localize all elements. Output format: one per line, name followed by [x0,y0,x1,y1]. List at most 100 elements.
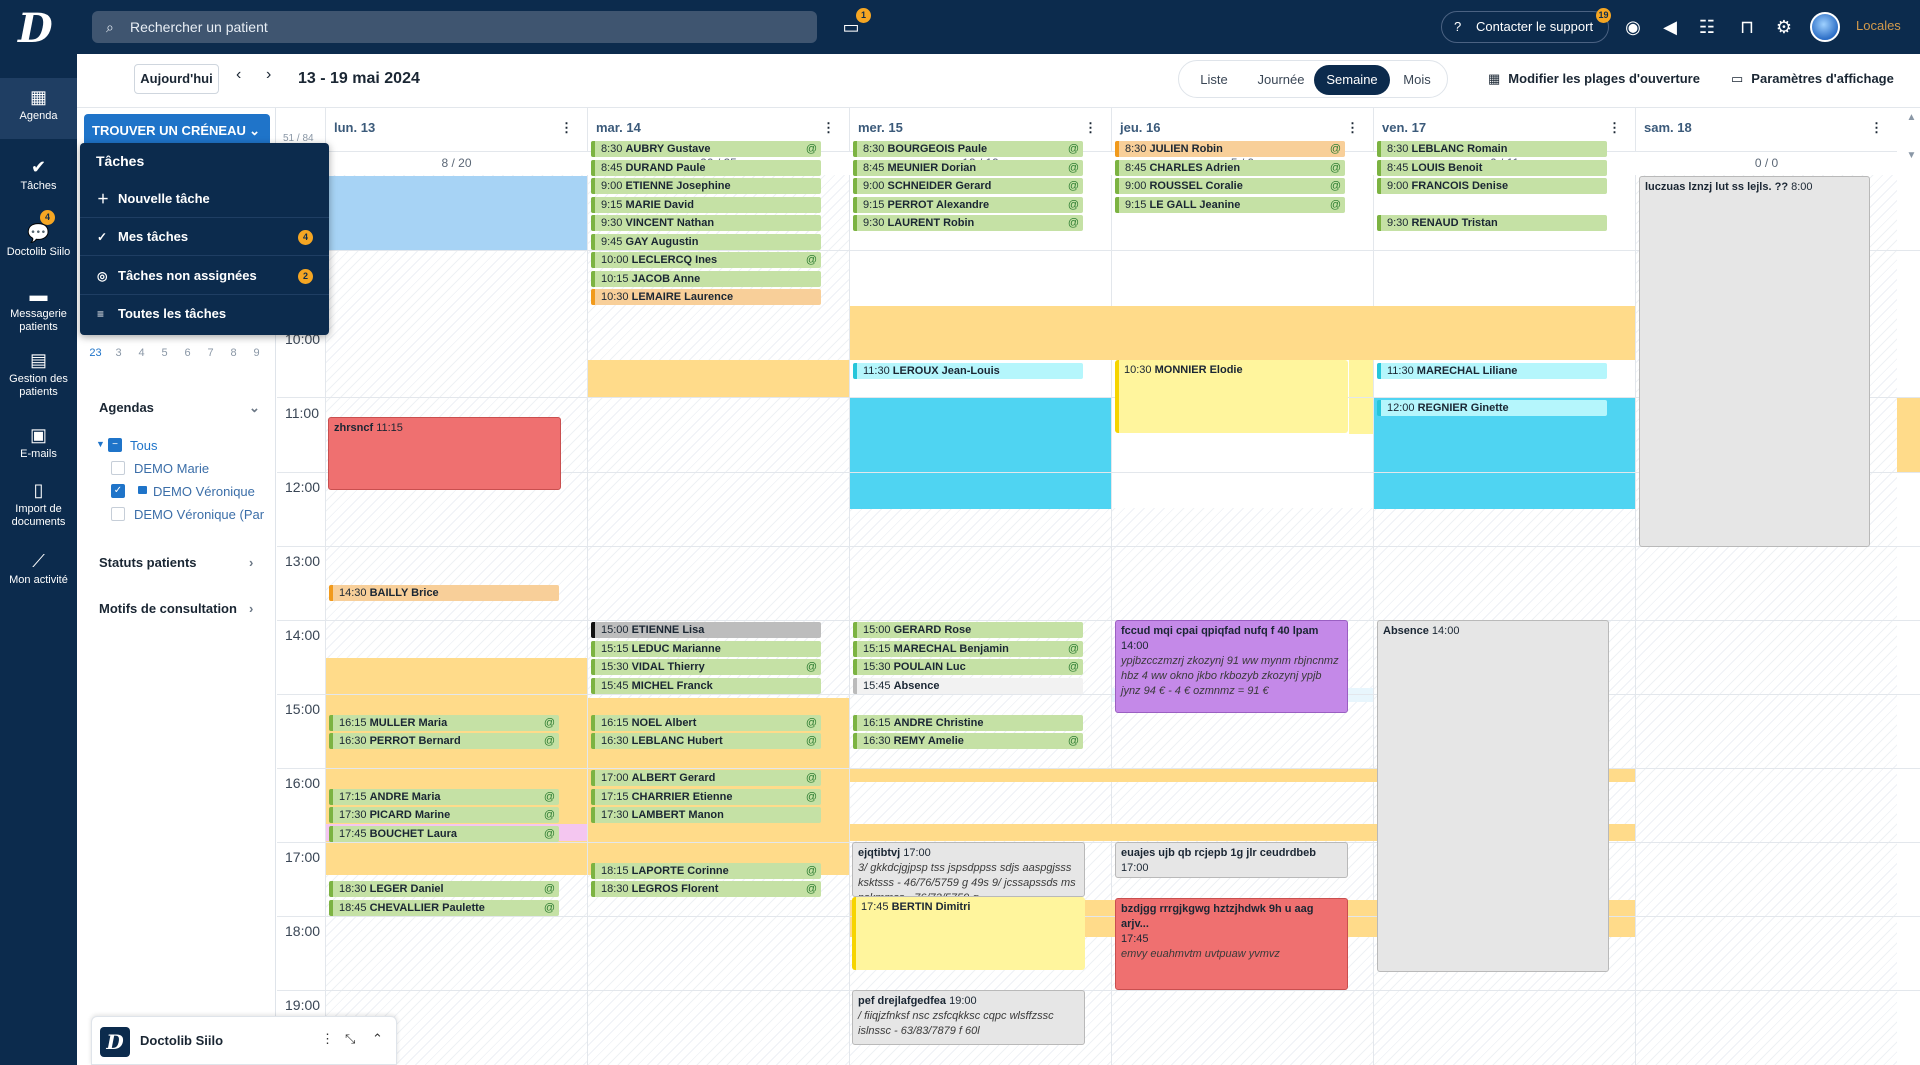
my-tasks-item[interactable]: ✓ Mes tâches 4 [80,218,329,256]
appointment-42[interactable]: 17:30 LAMBERT Manon [591,807,821,823]
appointment-48[interactable]: 18:30 LEGER Daniel @ [329,881,559,897]
appointment-24[interactable]: 12:00 REGNIER Ginette [1377,400,1607,416]
kebab-icon[interactable]: ⋮ [1608,120,1621,136]
appointment-45[interactable]: 17:45 BOUCHET Laura @ [329,825,559,842]
appointment-12[interactable]: 9:15 PERROT Alexandre @ [853,196,1083,213]
event-ejqtibtvj[interactable]: ejqtibtvj 17:00 3/ gkkdcjgjpsp tss jspsdp… [852,842,1085,897]
appointment-10[interactable]: 8:45 MEUNIER Dorian @ [853,159,1083,176]
day-header-mon[interactable]: lun. 13 ⋮ 8 / 20 [325,108,587,170]
appointment-11[interactable]: 9:00 SCHNEIDER Gerard @ [853,178,1083,194]
event-bertin[interactable]: 17:45 BERTIN Dimitri [852,897,1085,970]
appointment-33[interactable]: 15:45 Absence [853,677,1083,694]
caret-up-icon[interactable]: ▲ [1903,112,1920,123]
mini-day[interactable]: 4 [130,347,153,359]
appointment-6[interactable]: 10:00 LECLERCQ Ines @ [591,252,821,268]
tab-mois[interactable]: Mois [1392,65,1442,95]
appointment-25[interactable]: 14:30 BAILLY Brice [329,585,559,601]
mini-day[interactable]: 8 [222,347,245,359]
checkbox-demo-veronique[interactable]: ✓ [111,484,125,498]
avatar[interactable] [1810,12,1840,42]
appointment-27[interactable]: 15:15 LEDUC Marianne [591,640,821,657]
doctolib-logo[interactable]: D [18,8,58,50]
gear-icon[interactable]: ⚙ [1771,14,1797,40]
chevron-left-icon[interactable]: ‹ [236,66,241,84]
agenda-demo-veronique-par[interactable]: DEMO Véronique (Par [134,507,264,522]
mini-day[interactable]: 3 [107,347,130,359]
appointment-9[interactable]: 8:30 BOURGEOIS Paule @ [853,141,1083,157]
statuts-patients-section[interactable]: Statuts patients › [99,555,253,570]
appointment-28[interactable]: 15:30 VIDAL Thierry @ [591,659,821,675]
mini-day[interactable]: 6 [176,347,199,359]
agendas-section[interactable]: Agendas ⌄ [99,400,260,415]
lock-icon[interactable]: ⊓ [1734,14,1760,40]
appointment-47[interactable]: 18:30 LEGROS Florent @ [591,881,821,897]
agenda-demo-marie[interactable]: DEMO Marie [134,461,209,476]
siilo-panel[interactable]: D Doctolib Siilo ⋮ ⤡ ⌃ [91,1016,397,1065]
checkbox-demo-marie[interactable] [111,461,125,475]
appointment-7[interactable]: 10:15 JACOB Anne [591,270,821,287]
mini-day[interactable]: 7 [199,347,222,359]
appointment-37[interactable]: 16:30 LEBLANC Hubert @ [591,733,821,749]
checkbox-tous[interactable]: − [108,438,122,452]
appointment-49[interactable]: 18:45 CHEVALLIER Paulette @ [329,899,559,916]
appointment-3[interactable]: 9:15 MARIE David [591,196,821,213]
kebab-icon[interactable]: ⋮ [560,120,573,136]
appointment-34[interactable]: 16:15 MULLER Maria @ [329,714,559,731]
appointment-46[interactable]: 18:15 LAPORTE Corinne @ [591,862,821,879]
caret-down-icon[interactable]: ▼ [1903,150,1920,161]
today-button[interactable]: Aujourd'hui [134,64,219,94]
nav-emails[interactable]: ▣ E-mails [0,424,77,461]
appointment-0[interactable]: 8:30 AUBRY Gustave @ [591,141,821,157]
nav-import-documents[interactable]: ▯ Import de documents [0,479,77,529]
appointment-40[interactable]: 17:00 ALBERT Gerard @ [591,770,821,786]
chevron-up-icon[interactable]: ⌃ [372,1031,383,1047]
event-bzdjgg[interactable]: bzdjgg rrrgjkgwg hztzjhdwk 9h u aag arjv… [1115,898,1348,990]
appointment-8[interactable]: 10:30 LEMAIRE Laurence [591,289,821,305]
appointment-13[interactable]: 9:30 LAURENT Robin @ [853,215,1083,231]
appointment-41[interactable]: 17:15 CHARRIER Etienne @ [591,788,821,805]
motifs-consultation-section[interactable]: Motifs de consultation › [99,601,253,616]
event-zhrsncf[interactable]: zhrsncf 11:15 [328,417,561,490]
caret-icon[interactable]: ▼ [96,439,105,449]
team-icon[interactable]: ☷ [1694,14,1720,40]
display-settings-button[interactable]: ▭ Paramètres d'affichage [1731,71,1894,87]
tab-semaine[interactable]: Semaine [1314,65,1390,95]
event-monnier[interactable]: 10:30 MONNIER Elodie [1115,360,1348,433]
appointment-19[interactable]: 8:45 LOUIS Benoit [1377,159,1607,176]
appointment-4[interactable]: 9:30 VINCENT Nathan [591,215,821,231]
kebab-icon[interactable]: ⋮ [1346,120,1359,136]
agenda-tous[interactable]: Tous [130,438,157,453]
event-euajes[interactable]: euajes ujb qb rcjepb 1g jlr ceudrdbeb 17… [1115,842,1348,878]
checkbox-demo-veronique-par[interactable] [111,507,125,521]
mini-day[interactable]: 5 [153,347,176,359]
nav-taches[interactable]: ✔ Tâches [0,156,77,193]
appointment-16[interactable]: 9:00 ROUSSEL Coralie @ [1115,178,1345,194]
appointment-30[interactable]: 15:00 GERARD Rose [853,622,1083,638]
appointment-44[interactable]: 17:30 PICARD Marine @ [329,807,559,823]
appointment-20[interactable]: 9:00 FRANCOIS Denise [1377,178,1607,194]
appointment-31[interactable]: 15:15 MARECHAL Benjamin @ [853,640,1083,657]
nav-gestion-patients[interactable]: ▤ Gestion des patients [0,349,77,399]
appointment-22[interactable]: 11:30 LEROUX Jean-Louis [853,363,1083,379]
chevron-right-icon[interactable]: › [266,66,271,84]
mini-day[interactable]: 9 [245,347,268,359]
tab-liste[interactable]: Liste [1185,65,1243,95]
appointment-14[interactable]: 8:30 JULIEN Robin @ [1115,141,1345,157]
appointment-36[interactable]: 16:15 NOEL Albert @ [591,714,821,731]
appointment-2[interactable]: 9:00 ETIENNE Josephine [591,178,821,194]
mini-day[interactable]: 23 [84,347,107,359]
scrollbar[interactable]: ▲ ▼ [1903,108,1920,1065]
kebab-icon[interactable]: ⋮ [1084,120,1097,136]
appointment-32[interactable]: 15:30 POULAIN Luc @ [853,659,1083,675]
appointment-35[interactable]: 16:30 PERROT Bernard @ [329,733,559,749]
day-header-sat[interactable]: sam. 18 ⋮ 0 / 0 [1635,108,1897,170]
contact-support-button[interactable]: ? Contacter le support [1441,11,1609,43]
nav-messagerie-patients[interactable]: ▬ Messagerie patients [0,284,77,334]
event-pef[interactable]: pef drejlafgedfea 19:00/ fiiqjzfnksf nsc… [852,990,1085,1045]
edit-opening-hours-button[interactable]: ▦ Modifier les plages d'ouverture [1488,71,1700,87]
patient-search-input[interactable]: ⌕ Rechercher un patient [92,11,817,43]
eye-icon[interactable]: ◉ [1620,14,1646,40]
kebab-icon[interactable]: ⋮ [321,1031,334,1047]
all-tasks-item[interactable]: ≡ Toutes les tâches [80,295,329,333]
agenda-demo-veronique[interactable]: DEMO Véronique [153,484,255,499]
